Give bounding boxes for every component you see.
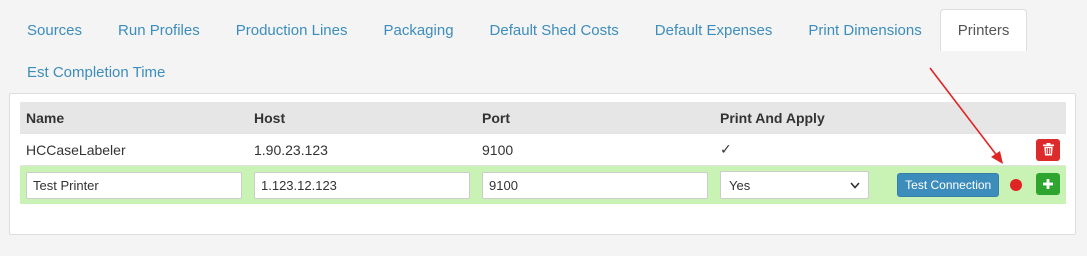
tab-default-shed-costs[interactable]: Default Shed Costs [472, 9, 637, 51]
column-header-port: Port [476, 102, 714, 134]
column-header-name: Name [20, 102, 248, 134]
column-header-host: Host [248, 102, 476, 134]
delete-printer-button[interactable] [1036, 138, 1060, 161]
column-header-actions [891, 102, 1066, 134]
chevron-down-icon [850, 181, 860, 189]
tab-sources[interactable]: Sources [9, 9, 100, 51]
tab-est-completion-time[interactable]: Est Completion Time [9, 63, 183, 81]
tab-bar: Sources Run Profiles Production Lines Pa… [9, 9, 1079, 93]
test-connection-button[interactable]: Test Connection [897, 173, 1000, 197]
print-and-apply-check: ✓ [714, 133, 892, 166]
plus-icon [1043, 179, 1053, 189]
tab-production-lines[interactable]: Production Lines [218, 9, 366, 51]
printer-host: 1.90.23.123 [248, 133, 476, 166]
tab-print-dimensions[interactable]: Print Dimensions [790, 9, 939, 51]
printer-name: HCCaseLabeler [20, 133, 248, 166]
tab-default-expenses[interactable]: Default Expenses [637, 9, 791, 51]
tab-printers[interactable]: Printers [939, 9, 1028, 51]
new-printer-row: Yes Test Connection [20, 165, 1066, 204]
printer-port: 9100 [476, 133, 714, 166]
tab-packaging[interactable]: Packaging [365, 9, 471, 51]
print-and-apply-value: Yes [729, 177, 751, 193]
new-printer-name-input[interactable] [26, 171, 242, 199]
table-header-row: Name Host Port Print And Apply [20, 102, 1066, 134]
tab-run-profiles[interactable]: Run Profiles [100, 9, 218, 51]
column-header-print-and-apply: Print And Apply [714, 102, 892, 134]
print-and-apply-select[interactable]: Yes [720, 171, 869, 199]
trash-icon [1042, 143, 1054, 156]
status-dot-icon [1010, 179, 1023, 192]
new-printer-port-input[interactable] [482, 171, 708, 199]
new-printer-host-input[interactable] [254, 171, 470, 199]
printers-panel: Name Host Port Print And Apply HCCaseLab… [9, 93, 1076, 235]
add-printer-button[interactable] [1036, 173, 1060, 195]
printers-table: Name Host Port Print And Apply HCCaseLab… [20, 102, 1066, 204]
table-row: HCCaseLabeler 1.90.23.123 9100 ✓ [20, 133, 1066, 166]
